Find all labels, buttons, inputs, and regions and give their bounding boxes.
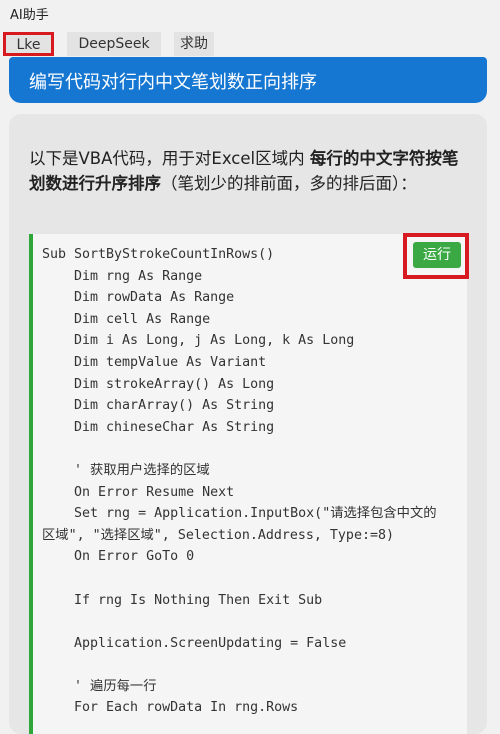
user-prompt-text: 编写代码对行内中文笔划数正向排序: [29, 72, 317, 93]
tab-help[interactable]: 求助: [174, 32, 214, 56]
tab-bar: Lke DeepSeek 求助: [0, 28, 500, 58]
window-title-bar: AI助手: [0, 0, 500, 24]
tab-lke[interactable]: Lke: [3, 32, 54, 56]
code-line: Dim strokeArray() As Long: [42, 376, 275, 392]
code-line: Dim rowData As Range: [42, 290, 235, 306]
code-line: 区域", "选择区域", Selection.Address, Type:=8): [42, 527, 394, 543]
answer-intro-text-1: 以下是VBA代码，用于对Excel区域内: [29, 149, 310, 168]
code-line: Dim charArray() As String: [42, 398, 275, 414]
code-line: ' 遍历每一行: [42, 678, 157, 694]
code-line: Dim tempValue As Variant: [42, 354, 267, 370]
code-line: If rng Is Nothing Then Exit Sub: [42, 592, 323, 608]
code-line: Dim i As Long, j As Long, k As Long: [42, 333, 355, 349]
code-line: For Each rowData In rng.Rows: [42, 700, 299, 716]
code-line: On Error Resume Next: [42, 484, 235, 500]
user-prompt-bubble: 编写代码对行内中文笔划数正向排序: [9, 57, 487, 103]
code-lines: Sub SortByStrokeCountInRows() Dim rng As…: [42, 244, 467, 719]
answer-intro-text-2: （笔划少的排前面，多的排后面）：: [161, 174, 417, 193]
code-line: ' 获取用户选择的区域: [42, 462, 210, 478]
code-line: Set rng = Application.InputBox("请选择包含中文的: [42, 506, 437, 522]
run-button[interactable]: 运行: [413, 242, 461, 268]
tab-deepseek[interactable]: DeepSeek: [67, 32, 161, 56]
code-line: Dim cell As Range: [42, 311, 211, 327]
code-line: Application.ScreenUpdating = False: [42, 635, 347, 651]
code-line: Dim chineseChar As String: [42, 419, 275, 435]
code-line: On Error GoTo 0: [42, 549, 195, 565]
window-title: AI助手: [10, 8, 49, 23]
answer-intro: 以下是VBA代码，用于对Excel区域内 每行的中文字符按笔划数进行升序排序（笔…: [29, 146, 474, 196]
